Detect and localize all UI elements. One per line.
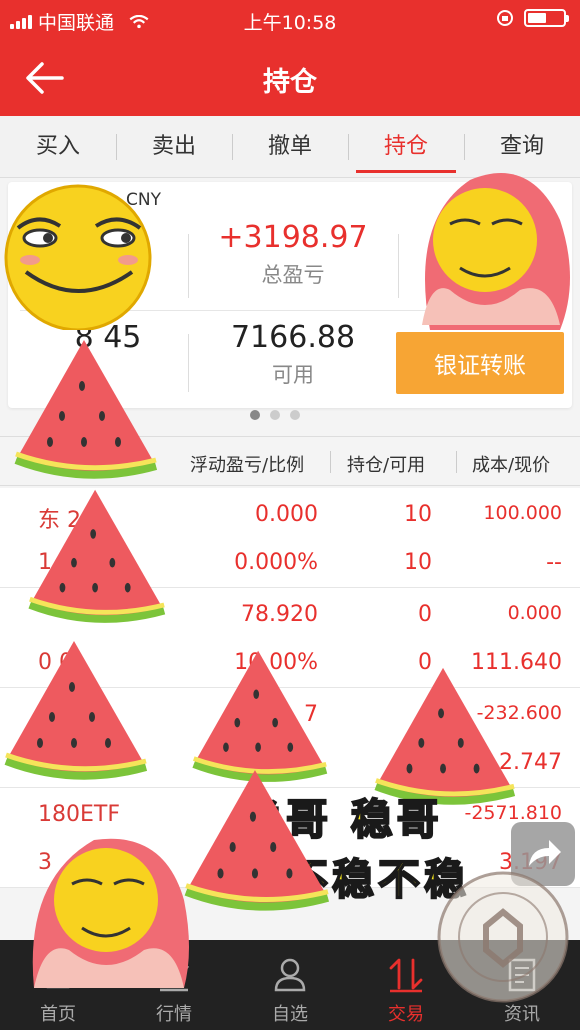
holding-qty: 10 [404, 502, 432, 527]
floating-pnl: 7 [304, 702, 318, 727]
divider [188, 334, 189, 392]
divider [188, 234, 189, 298]
divider [330, 451, 331, 473]
pnl-ratio: 10 00% [234, 650, 318, 675]
available-cell: 7166.88 可用 [204, 320, 382, 389]
available-value: 7166.88 [230, 320, 356, 355]
divider [398, 234, 399, 298]
pnl-ratio: 0.000% [234, 550, 318, 575]
holding-qty: 0 [418, 602, 432, 627]
current-price: 2.747 [499, 750, 562, 775]
watermark-seal [437, 871, 569, 1003]
home-icon [43, 959, 73, 989]
nav-label: 行情 [156, 1004, 192, 1025]
asset-value: 8 45 [74, 320, 142, 355]
currency-label: CNY [126, 190, 161, 210]
total-pnl-label: 总盈亏 [261, 263, 325, 287]
divider [20, 310, 560, 311]
stock-code: 0 0 [38, 650, 73, 675]
nav-market[interactable]: 行情 [116, 940, 232, 1030]
battery-icon [524, 9, 569, 27]
nav-home[interactable]: 首页 [0, 940, 116, 1030]
page-title: 持仓 [263, 67, 317, 98]
nav-watchlist[interactable]: 自选 [232, 940, 348, 1030]
floating-pnl: 0.000 [255, 502, 318, 527]
header-holdings: 持仓/可用 [347, 455, 426, 476]
table-row[interactable]: 0 0 78.920 10 00% 0 0 0.000 111.640 [0, 588, 580, 688]
status-bar: 中国联通 上午10:58 [0, 0, 580, 40]
cost-price: -232.600 [476, 702, 562, 724]
sticker-caption-line: 稳哥 稳哥 [239, 794, 443, 845]
stock-code: 1 [38, 550, 52, 575]
nav-bar: 持仓 [0, 40, 580, 116]
chart-icon [159, 965, 190, 992]
trade-tabs: 买入 卖出 撤单 持仓 查询 [0, 116, 580, 178]
person-icon [274, 958, 306, 992]
status-time: 上午10:58 [243, 12, 337, 34]
tab-sell[interactable]: 卖出 [116, 116, 232, 177]
rotation-lock-icon [497, 10, 513, 26]
cost-price: 0.000 [507, 602, 562, 624]
floating-pnl: 78.920 [241, 602, 318, 627]
available-label: 可用 [272, 363, 314, 387]
cost-price: 100.000 [483, 502, 562, 524]
tab-positions[interactable]: 持仓 [348, 116, 464, 177]
divider [456, 451, 457, 473]
available-qty: 0 [418, 650, 432, 675]
nav-label: 自选 [272, 1004, 308, 1025]
nav-label: 首页 [40, 1004, 76, 1025]
stock-code: 3 [38, 850, 52, 875]
current-price: -- [546, 550, 562, 575]
header-pnl: 浮动盈亏/比例 [190, 455, 305, 476]
header-cost-price: 成本/现价 [472, 455, 551, 476]
bank-transfer-button[interactable]: 银证转账 [396, 332, 564, 394]
page-indicator [250, 410, 300, 420]
current-price: 111.640 [471, 650, 562, 675]
total-pnl-value: +3198.97 [218, 220, 368, 255]
table-row[interactable]: 东 2 1 0.000 0.000% 10 10 100.000 -- [0, 488, 580, 588]
positions-table-header: 浮动盈亏/比例 持仓/可用 成本/现价 [0, 436, 580, 486]
stock-name: 180ETF [38, 802, 120, 827]
table-row[interactable]: 7 -232.600 2.747 [0, 688, 580, 788]
tab-buy[interactable]: 买入 [0, 116, 116, 177]
available-qty: 10 [404, 550, 432, 575]
asset-cell: 8 45 [38, 320, 178, 355]
tab-cancel-order[interactable]: 撤单 [232, 116, 348, 177]
account-card: CNY +3198.97 总盈亏 8 45 7166.88 可用 银证转账 [8, 182, 572, 408]
tab-query[interactable]: 查询 [464, 116, 580, 177]
stock-name: 东 2 [38, 508, 81, 533]
total-pnl-cell: +3198.97 总盈亏 [204, 220, 382, 289]
status-right [496, 9, 569, 27]
trade-arrows-icon [389, 958, 423, 993]
